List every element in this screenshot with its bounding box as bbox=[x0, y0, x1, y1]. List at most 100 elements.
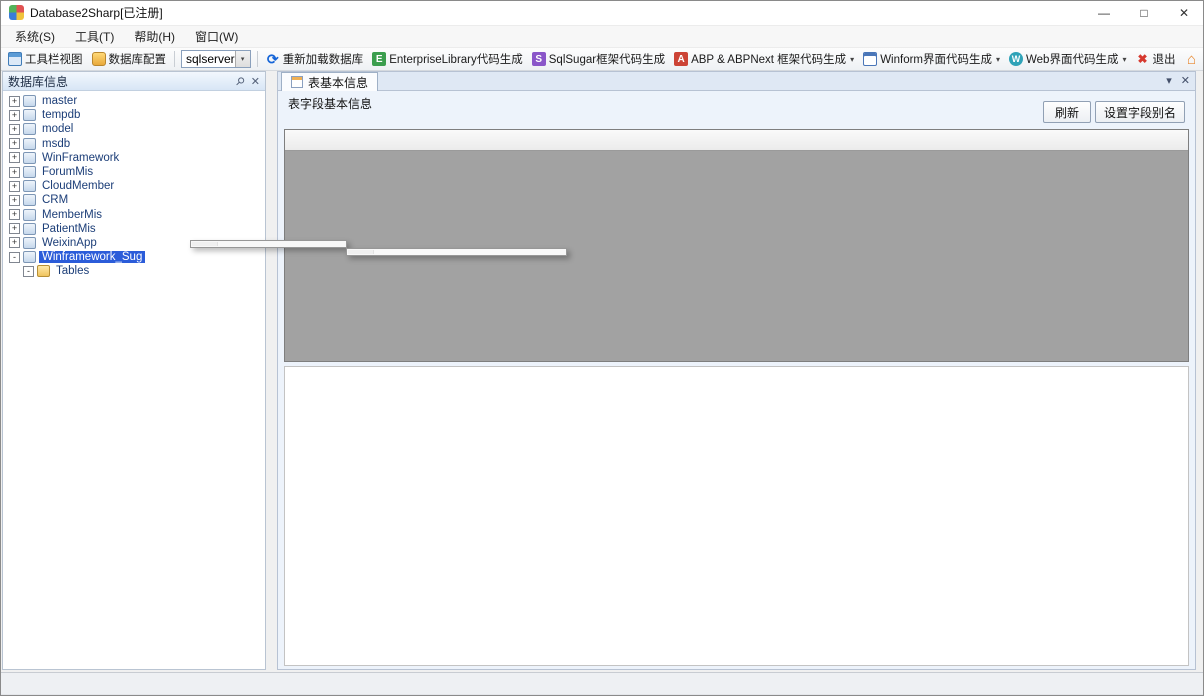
tree-item-WinFramework[interactable]: +WinFramework bbox=[3, 151, 265, 165]
minimize-button[interactable]: — bbox=[1084, 0, 1124, 25]
menubar-item[interactable]: 工具(T) bbox=[65, 25, 124, 48]
toolbar-button-label: 工具栏视图 bbox=[25, 51, 83, 67]
tree-item-Winframework_Sug[interactable]: - Winframework_Sug bbox=[3, 250, 265, 264]
chevron-down-icon: ▾ bbox=[850, 55, 854, 64]
tree-item-model[interactable]: + model bbox=[3, 122, 265, 136]
winform-icon bbox=[863, 52, 877, 66]
menu-bar: 系统(S)工具(T)帮助(H)窗口(W) bbox=[0, 26, 1204, 48]
document-tabstrip: 表基本信息 ▾ ✕ bbox=[278, 72, 1195, 91]
expand-icon[interactable]: + bbox=[9, 96, 20, 107]
maximize-button[interactable]: □ bbox=[1124, 0, 1164, 25]
abp-icon: A bbox=[674, 52, 688, 66]
database-tree: +master+tempdb+model+msdb+WinFramework+F… bbox=[3, 91, 265, 669]
tree-item-ForumMis[interactable]: + ForumMis bbox=[3, 165, 265, 179]
expand-icon[interactable]: + bbox=[9, 223, 20, 234]
tree-item-label: model bbox=[39, 123, 76, 135]
toolbar-button[interactable]: WWeb界面代码生成▾ bbox=[1005, 49, 1130, 69]
tree-item-msdb[interactable]: + msdb bbox=[3, 137, 265, 151]
toolbar-button[interactable]: AABP & ABPNext 框架代码生成 ▾ bbox=[670, 49, 858, 69]
tree-item-label: tempdb bbox=[39, 109, 83, 121]
collapse-icon[interactable]: - bbox=[9, 252, 20, 263]
database-panel-title: 数据库信息 bbox=[8, 73, 68, 90]
tree-item-MemberMis[interactable]: +MemberMis bbox=[3, 208, 265, 222]
expand-icon[interactable]: + bbox=[9, 195, 20, 206]
toolbar-button-label: EnterpriseLibrary代码生成 bbox=[389, 51, 523, 67]
toolbar-button[interactable]: ⟳重新加载数据库 bbox=[262, 49, 368, 69]
close-icon[interactable]: ✕ bbox=[1181, 74, 1190, 87]
window-controls: — □ ✕ bbox=[1084, 0, 1204, 25]
db-config-icon bbox=[92, 52, 106, 66]
tree-item-CRM[interactable]: + CRM bbox=[3, 193, 265, 207]
menubar-item[interactable]: 帮助(H) bbox=[124, 25, 185, 48]
title-bar: Database2Sharp[已注册] — □ ✕ bbox=[0, 0, 1204, 26]
tree-item-label: Winframework_Sug bbox=[39, 251, 145, 263]
chevron-down-icon: ▾ bbox=[1122, 55, 1126, 64]
close-button[interactable]: ✕ bbox=[1164, 0, 1204, 25]
db-icon bbox=[23, 95, 36, 107]
chevron-down-icon[interactable]: ▾ bbox=[235, 51, 250, 67]
tree-item-label: CloudMember bbox=[39, 180, 117, 192]
reload-db-icon: ⟳ bbox=[266, 52, 280, 66]
tree-item-master[interactable]: + master bbox=[3, 94, 265, 108]
toolbar-button[interactable]: 工具栏视图 bbox=[4, 49, 87, 69]
tab-table-basic-info[interactable]: 表基本信息 bbox=[281, 72, 378, 91]
tree-item-label: ForumMis bbox=[39, 166, 96, 178]
exit-icon: ✖ bbox=[1135, 52, 1149, 66]
menubar-item[interactable]: 系统(S) bbox=[5, 25, 65, 48]
toolbar-button[interactable]: SSqlSugar框架代码生成 bbox=[528, 49, 669, 69]
tree-item-label: PatientMis bbox=[39, 223, 99, 235]
db-icon bbox=[23, 209, 36, 221]
db-icon bbox=[23, 109, 36, 121]
tree-item-label: master bbox=[39, 95, 80, 107]
expand-icon[interactable]: + bbox=[9, 181, 20, 192]
expand-icon[interactable]: + bbox=[9, 237, 20, 248]
fields-grid bbox=[284, 129, 1189, 362]
expand-icon[interactable]: + bbox=[9, 124, 20, 135]
db-icon bbox=[23, 138, 36, 150]
tree-item-tempdb[interactable]: + tempdb bbox=[3, 108, 265, 122]
toolbar-button-label: 退出 bbox=[1152, 51, 1175, 67]
expand-icon[interactable]: + bbox=[9, 138, 20, 149]
pin-icon[interactable]: ⚲ bbox=[232, 74, 247, 89]
expand-icon[interactable]: + bbox=[9, 209, 20, 220]
db-icon bbox=[23, 123, 36, 135]
toolbar-button[interactable]: EEnterpriseLibrary代码生成 bbox=[368, 49, 527, 69]
expand-icon[interactable]: + bbox=[9, 152, 20, 163]
toolbar-button[interactable]: Winform界面代码生成▾ bbox=[859, 49, 1004, 69]
sql-code-panel[interactable] bbox=[284, 366, 1189, 666]
toolbar-button-label: ABP & ABPNext 框架代码生成 bbox=[691, 51, 846, 67]
db-icon bbox=[23, 194, 36, 206]
tree-item-CloudMember[interactable]: + CloudMember bbox=[3, 179, 265, 193]
tree-item-label: CRM bbox=[39, 194, 71, 206]
chevron-down-icon[interactable]: ▾ bbox=[1166, 74, 1172, 87]
tree-item-Tables[interactable]: -Tables bbox=[3, 264, 265, 278]
db-icon bbox=[23, 152, 36, 164]
doc-tab-label: 表基本信息 bbox=[308, 74, 368, 91]
db-icon bbox=[23, 223, 36, 235]
db-icon bbox=[23, 180, 36, 192]
database-type-combo[interactable]: sqlserver▾ bbox=[181, 50, 251, 68]
toolbar-button[interactable]: ⌂ bbox=[1180, 50, 1202, 68]
menubar-item[interactable]: 窗口(W) bbox=[185, 25, 248, 48]
refresh-button[interactable]: 刷新 bbox=[1043, 101, 1091, 123]
database-panel-header: 数据库信息 ⚲ ✕ bbox=[3, 72, 265, 91]
collapse-icon[interactable]: - bbox=[23, 266, 34, 277]
toolbar-button[interactable]: 数据库配置 bbox=[88, 49, 171, 69]
tables-icon bbox=[37, 265, 50, 277]
expand-icon[interactable]: + bbox=[9, 167, 20, 178]
close-icon[interactable]: ✕ bbox=[251, 75, 260, 88]
database-panel: 数据库信息 ⚲ ✕ + master + tempdb + model + msdb+WinF… bbox=[2, 71, 266, 670]
grid-header-row bbox=[285, 130, 1188, 151]
code-generation-submenu bbox=[346, 248, 567, 256]
toolbar-button-label: Winform界面代码生成 bbox=[880, 51, 992, 67]
tree-item-label: msdb bbox=[39, 138, 73, 150]
app-icon bbox=[9, 5, 24, 20]
document-area: 表基本信息 ▾ ✕ 表字段基本信息 刷新 设置字段别名 bbox=[277, 71, 1196, 670]
expand-icon[interactable]: + bbox=[9, 110, 20, 121]
enterpriselibrary-icon: E bbox=[372, 52, 386, 66]
toolbar-button[interactable]: ✖退出 bbox=[1131, 49, 1179, 69]
set-field-alias-button[interactable]: 设置字段别名 bbox=[1095, 101, 1185, 123]
db-icon bbox=[23, 166, 36, 178]
toolbar-button-label: 重新加载数据库 bbox=[283, 51, 364, 67]
tree-item-PatientMis[interactable]: + PatientMis bbox=[3, 222, 265, 236]
